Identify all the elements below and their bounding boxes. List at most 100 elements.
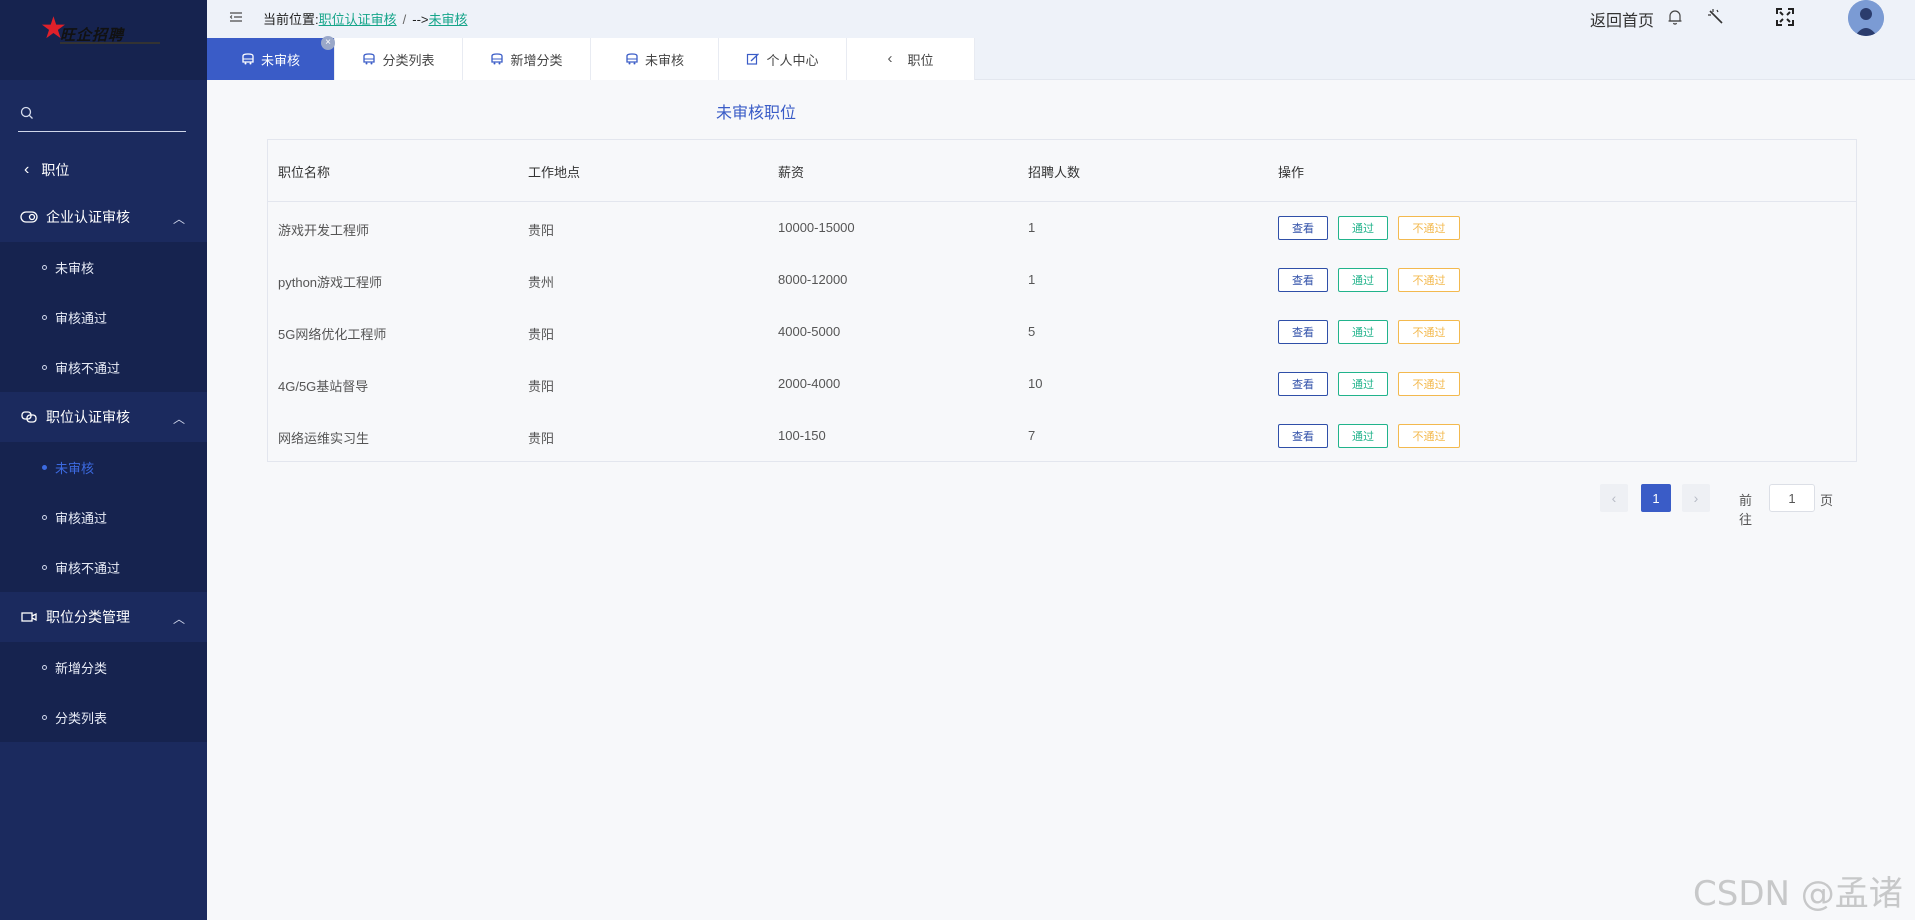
chevron-up-icon: ︿ xyxy=(172,212,185,226)
bullet-icon xyxy=(42,314,47,320)
chevron-left-icon: ‹ xyxy=(24,161,30,178)
bullet-icon xyxy=(42,664,47,670)
sidebar-menu: 企业认证审核 ︿ 未审核 审核通过 审核不通过 职位认证审核 ︿ 未审核 审核通… xyxy=(0,192,207,742)
avatar[interactable] xyxy=(1848,0,1884,36)
job-count: 7 xyxy=(1028,428,1036,443)
job-location: 贵阳 xyxy=(528,223,555,238)
reject-button[interactable]: 不通过 xyxy=(1398,216,1460,240)
chevron-up-icon: ︿ xyxy=(172,412,185,426)
table-row: 游戏开发工程师 贵阳 10000-15000 1 查看 通过 不通过 xyxy=(268,202,1856,254)
bullet-icon xyxy=(42,464,47,470)
job-salary: 2000-4000 xyxy=(778,376,841,391)
sidebar-back-item[interactable]: ‹ 职位 xyxy=(0,148,207,192)
tab-add-category[interactable]: 新增分类 xyxy=(463,38,591,80)
job-name: python游戏工程师 xyxy=(278,275,383,290)
menu-item-add-category[interactable]: 新增分类 xyxy=(0,642,207,692)
menu-item-category-list[interactable]: 分类列表 xyxy=(0,692,207,742)
tab-label: 个人中心 xyxy=(766,52,819,68)
prev-page-button[interactable]: ‹ xyxy=(1600,484,1628,512)
pass-button[interactable]: 通过 xyxy=(1338,268,1388,292)
menu-group-company-review[interactable]: 企业认证审核 ︿ xyxy=(0,192,207,242)
home-link[interactable]: 返回首页 xyxy=(1590,7,1654,31)
job-name: 网络运维实习生 xyxy=(278,431,370,446)
menu-item-job-pending[interactable]: 未审核 xyxy=(0,442,207,492)
tab-label: 职位 xyxy=(907,52,934,68)
chevron-left-icon: ‹ xyxy=(887,50,893,67)
column-header: 操作 xyxy=(1278,165,1305,180)
menu-item-job-approved[interactable]: 审核通过 xyxy=(0,492,207,542)
menu-item-company-rejected[interactable]: 审核不通过 xyxy=(0,342,207,392)
view-button[interactable]: 查看 xyxy=(1278,268,1328,292)
tab-label: 分类列表 xyxy=(382,52,435,68)
search-icon xyxy=(20,106,33,119)
menu-group-label: 职位认证审核 xyxy=(46,409,130,425)
video-camera-icon xyxy=(20,610,38,624)
page-suffix-label: 页 xyxy=(1820,493,1834,508)
bus-icon xyxy=(363,53,376,65)
watermark: CSDN @孟诸 xyxy=(1693,874,1903,914)
menu-item-job-rejected[interactable]: 审核不通过 xyxy=(0,542,207,592)
reject-button[interactable]: 不通过 xyxy=(1398,268,1460,292)
bus-icon xyxy=(242,53,254,65)
next-page-button[interactable]: › xyxy=(1682,484,1710,512)
magic-wand-icon[interactable] xyxy=(1707,8,1725,26)
pass-button[interactable]: 通过 xyxy=(1338,320,1388,344)
pass-button[interactable]: 通过 xyxy=(1338,372,1388,396)
fullscreen-icon[interactable] xyxy=(1775,7,1795,27)
table-header: 职位名称 工作地点 薪资 招聘人数 操作 xyxy=(268,140,1856,202)
bullet-icon xyxy=(42,264,47,270)
tab-category-list[interactable]: 分类列表 xyxy=(335,38,463,80)
menu-item-label: 审核通过 xyxy=(55,510,108,526)
menu-toggle-icon[interactable] xyxy=(229,10,243,24)
bus-icon xyxy=(491,53,504,65)
tab-personal-center[interactable]: 个人中心 xyxy=(719,38,847,80)
menu-group-label: 职位分类管理 xyxy=(46,609,130,625)
tab-label: 未审核 xyxy=(644,52,684,68)
menu-item-label: 审核不通过 xyxy=(55,360,121,376)
tab-pending-active[interactable]: 未审核 × xyxy=(207,36,335,80)
breadcrumb: 当前位置:职位认证审核 / -->未审核 xyxy=(263,9,468,28)
menu-item-label: 新增分类 xyxy=(55,660,108,676)
menu-item-label: 未审核 xyxy=(55,460,95,476)
pass-button[interactable]: 通过 xyxy=(1338,424,1388,448)
reject-button[interactable]: 不通过 xyxy=(1398,320,1460,344)
bullet-icon xyxy=(42,514,47,520)
view-button[interactable]: 查看 xyxy=(1278,216,1328,240)
breadcrumb-current[interactable]: 未审核 xyxy=(429,12,468,27)
page-jump-input[interactable] xyxy=(1769,484,1815,512)
tab-pending[interactable]: 未审核 xyxy=(591,38,719,80)
chevron-right-icon: › xyxy=(1693,490,1699,506)
breadcrumb-link-job-review[interactable]: 职位认证审核 xyxy=(319,12,397,27)
view-button[interactable]: 查看 xyxy=(1278,424,1328,448)
sidebar: ★ 旺企招聘 ‹ 职位 企业认证审核 ︿ 未审核 审核通过 审核不通过 职位认证… xyxy=(0,0,207,920)
page-number-button[interactable]: 1 xyxy=(1641,484,1671,512)
menu-item-company-approved[interactable]: 审核通过 xyxy=(0,292,207,342)
bullet-icon xyxy=(42,364,47,370)
menu-item-label: 分类列表 xyxy=(55,710,108,726)
menu-item-company-pending[interactable]: 未审核 xyxy=(0,242,207,292)
reject-button[interactable]: 不通过 xyxy=(1398,424,1460,448)
close-icon[interactable]: × xyxy=(321,36,335,50)
reject-button[interactable]: 不通过 xyxy=(1398,372,1460,396)
job-name: 4G/5G基站督导 xyxy=(278,379,369,394)
job-location: 贵阳 xyxy=(528,431,555,446)
column-header: 工作地点 xyxy=(528,165,581,180)
table-row: 4G/5G基站督导 贵阳 2000-4000 10 查看 通过 不通过 xyxy=(268,358,1856,410)
sidebar-search-input[interactable] xyxy=(18,98,186,132)
menu-group-category-manage[interactable]: 职位分类管理 ︿ xyxy=(0,592,207,642)
menu-group-job-review[interactable]: 职位认证审核 ︿ xyxy=(0,392,207,442)
job-salary: 4000-5000 xyxy=(778,324,841,339)
pass-button[interactable]: 通过 xyxy=(1338,216,1388,240)
view-button[interactable]: 查看 xyxy=(1278,320,1328,344)
job-count: 1 xyxy=(1028,272,1036,287)
column-header: 薪资 xyxy=(778,165,805,180)
menu-group-label: 企业认证审核 xyxy=(46,209,130,225)
goto-label: 前往 xyxy=(1739,493,1753,527)
column-header: 招聘人数 xyxy=(1028,165,1081,180)
tab-job[interactable]: ‹ 职位 xyxy=(847,38,975,80)
job-location: 贵阳 xyxy=(528,327,555,342)
breadcrumb-arrow: --> xyxy=(412,12,429,27)
view-button[interactable]: 查看 xyxy=(1278,372,1328,396)
bell-icon[interactable] xyxy=(1667,8,1683,26)
table-row: 5G网络优化工程师 贵阳 4000-5000 5 查看 通过 不通过 xyxy=(268,306,1856,358)
